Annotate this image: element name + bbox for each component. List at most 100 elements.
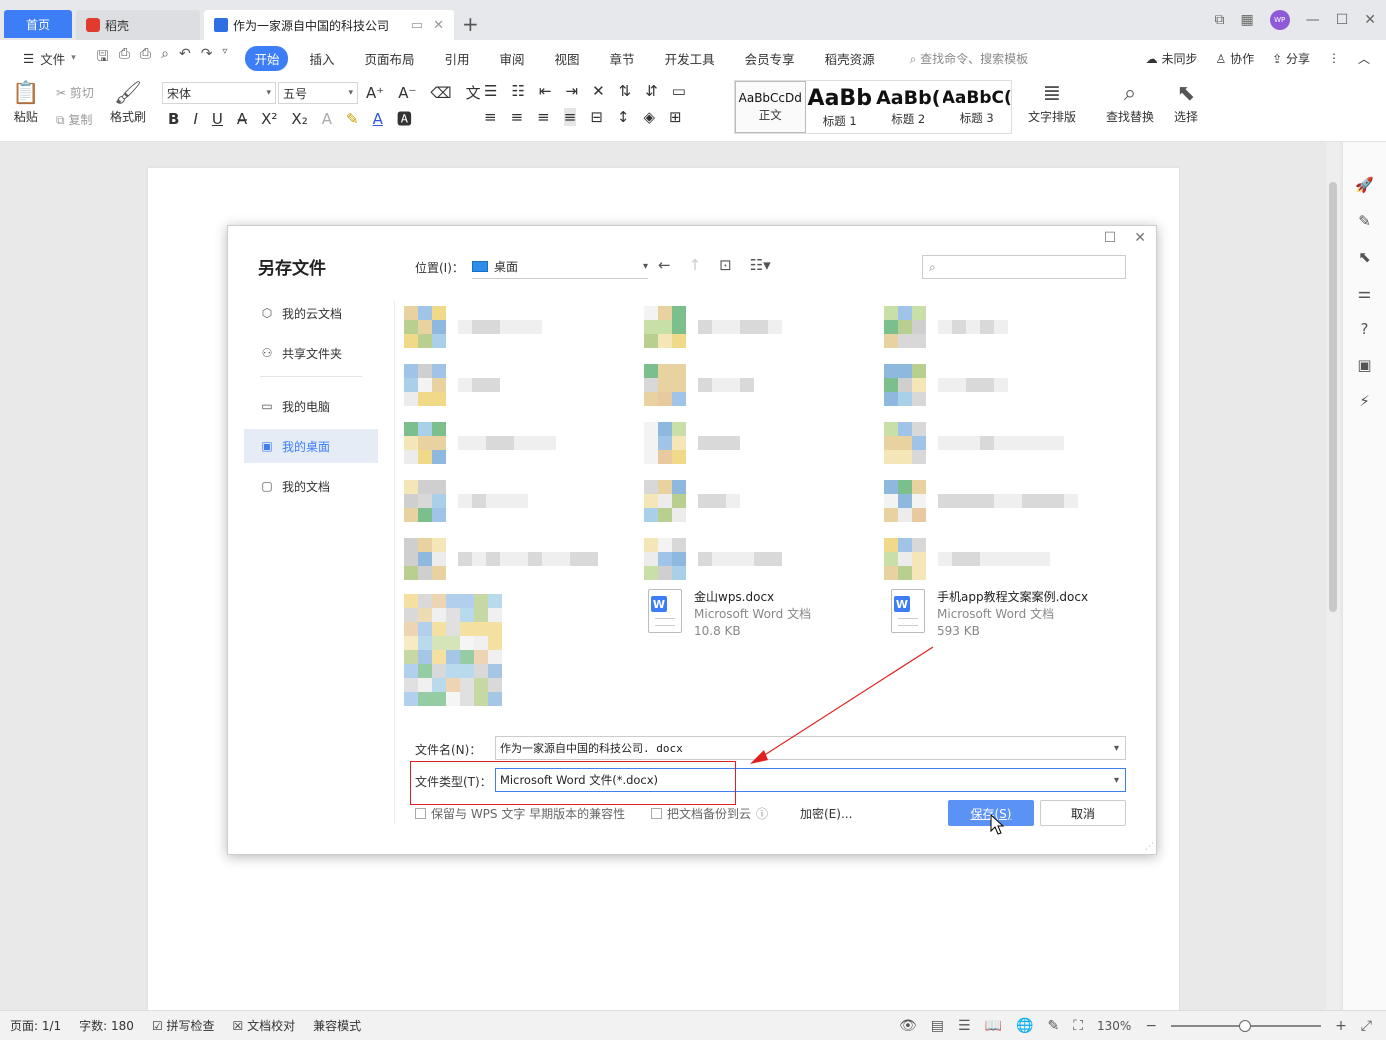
minimize-icon[interactable]: — (1306, 12, 1320, 28)
chinese-layout-icon[interactable]: ✕ (592, 82, 605, 100)
strikethrough-icon[interactable]: A̶ (237, 110, 247, 128)
file-search-input[interactable]: ⌕ (922, 255, 1126, 279)
collaborate-button[interactable]: ♙ 协作 (1215, 50, 1254, 67)
clear-format-icon[interactable]: ⌫ (430, 84, 451, 102)
lightning-icon[interactable]: ⚡ (1359, 392, 1370, 410)
menu-insert[interactable]: 插入 (300, 46, 343, 71)
cut-button[interactable]: ✂ 剪切 (56, 84, 94, 101)
customize-icon[interactable]: ▿ (222, 46, 227, 70)
nav-my-documents[interactable]: ▢ 我的文档 (244, 469, 378, 503)
paste-button[interactable]: 📋 粘贴 (12, 80, 39, 125)
resize-grip-icon[interactable]: ⋰ (1145, 842, 1154, 852)
rocket-icon[interactable]: 🚀 (1355, 176, 1374, 194)
print-preview-icon[interactable]: ⌕ (161, 46, 169, 70)
distribute-icon[interactable]: ⊟ (590, 108, 603, 126)
settings-sliders-icon[interactable]: ⚌ (1358, 284, 1371, 302)
location-select[interactable]: 桌面 ▾ (472, 255, 648, 279)
tab-document[interactable]: 作为一家源自中国的科技公司 ▭ ✕ (204, 10, 454, 40)
phonetic-icon[interactable]: 文 (466, 82, 481, 103)
menu-member[interactable]: 会员专享 (736, 46, 804, 71)
page-count[interactable]: 页面: 1/1 (10, 1017, 61, 1034)
font-color-icon[interactable]: A (373, 110, 383, 128)
fit-page-icon[interactable]: ⛶ (1073, 1018, 1083, 1034)
ruler-icon[interactable]: ▭ (672, 82, 686, 100)
zoom-level[interactable]: 130% (1097, 1019, 1131, 1033)
file-item[interactable]: W 手机app教程文案案例.docx Microsoft Word 文档 593… (891, 589, 1088, 640)
new-tab-button[interactable]: + (462, 12, 479, 36)
text-direction-icon[interactable]: ⇅ (619, 82, 632, 100)
menu-developer[interactable]: 开发工具 (656, 46, 724, 71)
sync-status[interactable]: ☁ 未同步 (1146, 50, 1198, 67)
web-view-icon[interactable]: 🌐 (1016, 1018, 1033, 1034)
command-search[interactable]: ⌕ 查找命令、搜索模板 (910, 50, 1029, 67)
reading-view-icon[interactable]: 📖 (985, 1018, 1002, 1034)
menu-daoke-resources[interactable]: 稻壳资源 (816, 46, 884, 71)
image-tool-icon[interactable]: ▣ (1357, 356, 1371, 374)
grow-font-icon[interactable]: A⁺ (366, 84, 384, 102)
font-name-select[interactable]: 宋体 ▾ (162, 82, 276, 104)
justify-icon[interactable]: ≡ (563, 108, 577, 126)
italic-icon[interactable]: I (193, 110, 197, 128)
nav-shared-folder[interactable]: ⚇ 共享文件夹 (244, 336, 378, 370)
tab-pin-icon[interactable]: ▭ (411, 18, 423, 33)
cancel-button[interactable]: 取消 (1040, 800, 1126, 826)
shading-icon[interactable]: ◈ (643, 108, 655, 126)
bold-icon[interactable]: B (168, 110, 179, 128)
highlight-icon[interactable]: ✎ (346, 110, 359, 128)
tab-close-icon[interactable]: ✕ (433, 18, 444, 33)
view-mode-icon[interactable]: ☷▾ (750, 256, 771, 274)
format-painter-button[interactable]: 🖌 格式刷 (110, 80, 146, 125)
dialog-close-icon[interactable]: ✕ (1134, 230, 1146, 246)
menu-page-layout[interactable]: 页面布局 (355, 46, 423, 71)
style-heading-3[interactable]: AaBbC(标题 3 (943, 81, 1012, 133)
proofread[interactable]: ☒ 文档校对 (233, 1017, 296, 1034)
borders-icon[interactable]: ⊞ (669, 108, 682, 126)
back-arrow-icon[interactable]: ← (658, 256, 671, 274)
text-effect-icon[interactable]: A (322, 110, 332, 128)
sort-icon[interactable]: ⇵ (645, 82, 658, 100)
char-border-icon[interactable]: 🅰 (397, 108, 412, 129)
vertical-scrollbar[interactable] (1326, 142, 1340, 1010)
zoom-in-icon[interactable]: + (1335, 1018, 1347, 1034)
encrypt-link[interactable]: 加密(E)... (800, 805, 852, 822)
nav-my-computer[interactable]: ▭ 我的电脑 (244, 389, 378, 423)
menu-home[interactable]: 开始 (245, 45, 289, 71)
save-icon[interactable]: 🖫 (97, 46, 109, 70)
word-count[interactable]: 字数: 180 (79, 1017, 134, 1034)
style-normal[interactable]: AaBbCcDd 正文 (735, 81, 806, 133)
file-list[interactable]: W 金山wps.docx Microsoft Word 文档 10.8 KB W… (398, 304, 1138, 714)
share-button[interactable]: ⇪ 分享 (1272, 50, 1310, 67)
page-view-icon[interactable]: ▤ (931, 1018, 944, 1034)
scroll-thumb[interactable] (1329, 182, 1337, 612)
increase-indent-icon[interactable]: ⇥ (565, 82, 578, 100)
more-icon[interactable]: ⋮ (1328, 51, 1340, 65)
menu-review[interactable]: 审阅 (491, 46, 534, 71)
outline-view-icon[interactable]: ☰ (958, 1018, 971, 1034)
menu-chapter[interactable]: 章节 (601, 46, 644, 71)
filename-input[interactable]: 作为一家源自中国的科技公司. docx ▾ (495, 736, 1126, 760)
new-folder-icon[interactable]: ⊡ (719, 256, 732, 274)
underline-icon[interactable]: U (212, 110, 223, 128)
style-heading-1[interactable]: AaBb 标题 1 (806, 81, 875, 133)
avatar[interactable]: WP (1269, 10, 1290, 30)
grid-apps-icon[interactable]: ▦ (1240, 12, 1253, 28)
export-pdf-icon[interactable]: ⎙ (119, 46, 130, 70)
menu-references[interactable]: 引用 (436, 46, 479, 71)
file-item[interactable]: W 金山wps.docx Microsoft Word 文档 10.8 KB (648, 589, 811, 640)
numbered-list-icon[interactable]: ☷ (511, 82, 524, 100)
zoom-slider[interactable] (1171, 1019, 1322, 1032)
eye-protect-icon[interactable]: 👁 (899, 1018, 917, 1034)
undo-icon[interactable]: ↶ (179, 46, 191, 70)
fullscreen-icon[interactable]: ⤢ (1361, 1018, 1372, 1034)
layout-icon[interactable]: ⧉ (1214, 12, 1224, 28)
select-button[interactable]: ⬉ 选择 (1174, 80, 1198, 125)
pen-icon[interactable]: ✎ (1358, 212, 1371, 230)
line-spacing-icon[interactable]: ↕ (617, 108, 630, 126)
cloud-backup-checkbox[interactable]: 把文档备份到云 ⓘ (651, 805, 768, 822)
help-icon[interactable]: ? (1361, 320, 1369, 338)
dialog-maximize-icon[interactable]: ☐ (1104, 230, 1117, 246)
redo-icon[interactable]: ↷ (201, 46, 213, 70)
close-window-icon[interactable]: ✕ (1364, 12, 1376, 28)
decrease-indent-icon[interactable]: ⇤ (539, 82, 552, 100)
pointer-icon[interactable]: ⬉ (1358, 248, 1371, 266)
